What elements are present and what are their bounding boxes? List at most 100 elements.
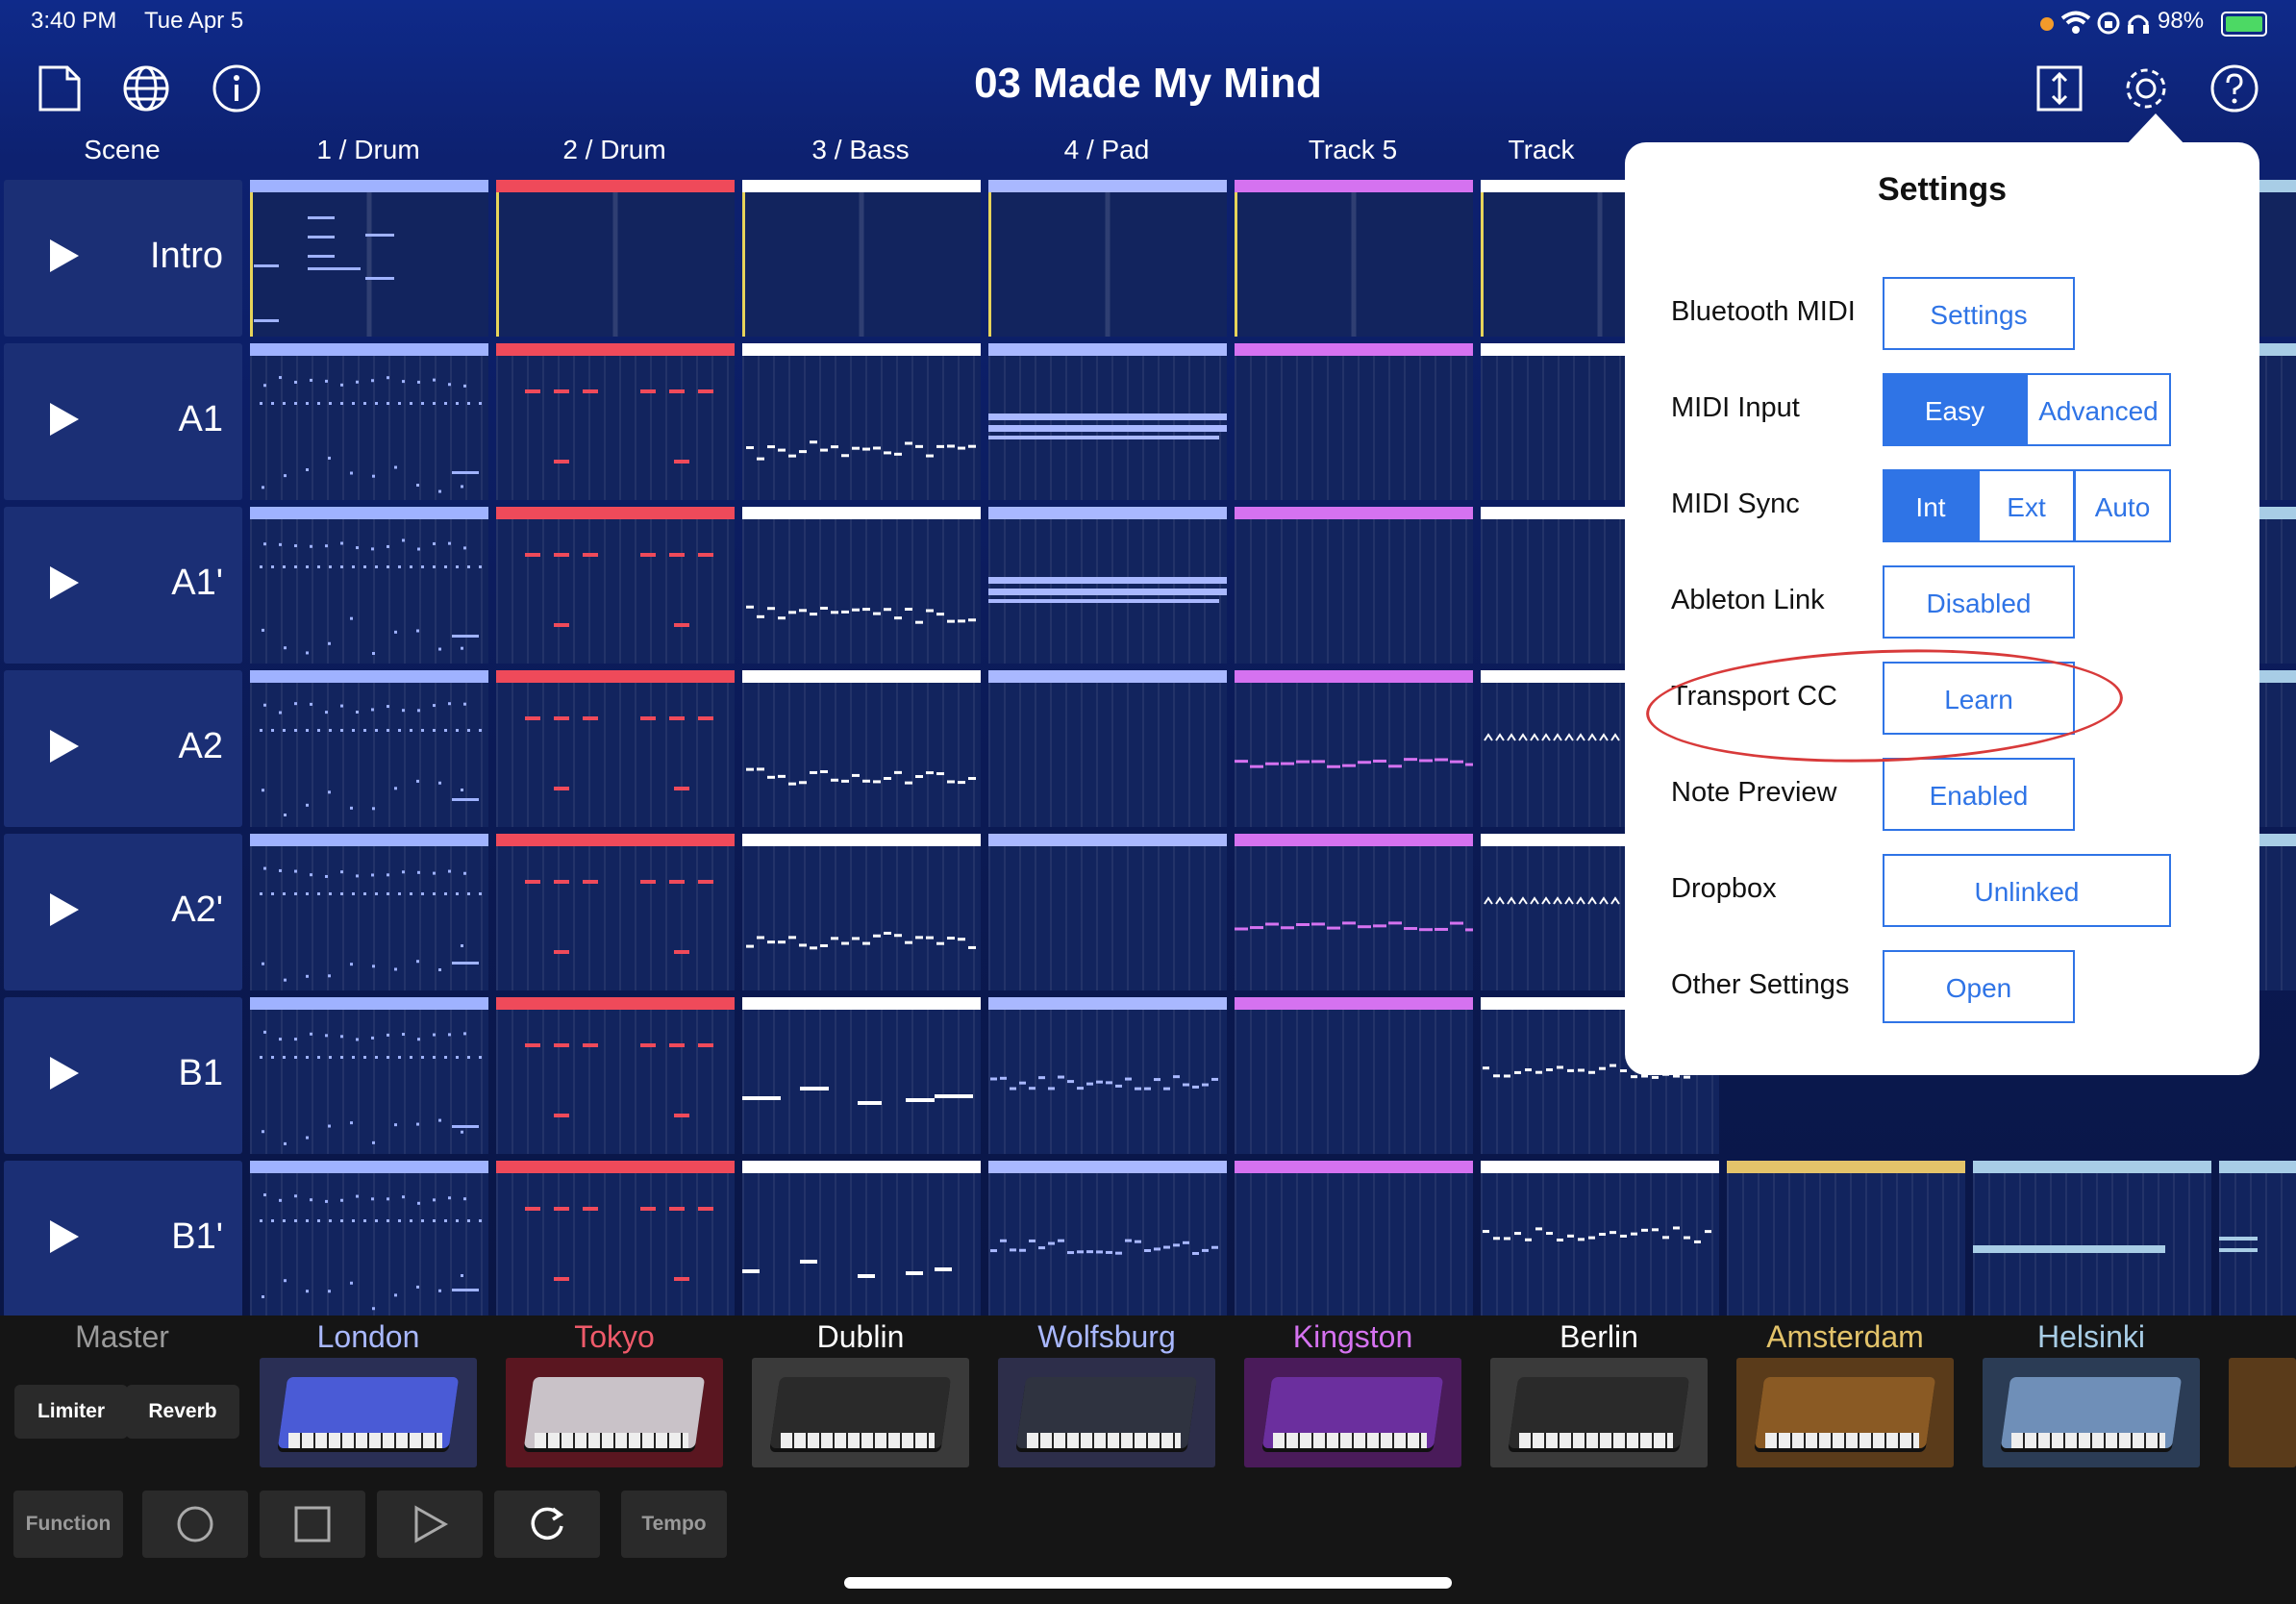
clip-cell[interactable] [496,180,735,337]
gear-icon[interactable] [2121,63,2171,113]
clip-notes [1483,1226,1711,1243]
column-header-track[interactable]: 2 / Drum [494,135,735,169]
instrument-thumbnail[interactable] [998,1358,1215,1467]
scene-button[interactable]: A2' [4,834,242,990]
instrument-thumbnail[interactable] [2229,1358,2296,1467]
clip-cell[interactable] [250,507,488,664]
clip-cell[interactable] [496,1161,735,1317]
stop-button[interactable] [260,1491,365,1558]
clip-cell[interactable] [250,670,488,827]
clip-cell[interactable] [250,180,488,337]
loop-button[interactable] [494,1491,600,1558]
help-icon[interactable] [2209,63,2259,113]
clip-cell[interactable] [250,1161,488,1317]
clip-cell[interactable] [2219,1161,2296,1317]
instrument-thumbnail[interactable] [1244,1358,1461,1467]
record-button[interactable] [142,1491,248,1558]
setting-button[interactable]: Ext [1979,469,2075,542]
song-title[interactable]: 03 Made My Mind [0,60,2296,108]
clip-cell[interactable] [250,343,488,500]
clip-cell[interactable] [988,1161,1227,1317]
clip-cell[interactable] [742,343,981,500]
setting-button[interactable]: Auto [2075,469,2171,542]
setting-button[interactable]: Easy [1883,373,2027,446]
setting-button[interactable]: Advanced [2027,373,2171,446]
column-header-track[interactable]: 1 / Drum [248,135,488,169]
instrument-name[interactable]: Berlin [1479,1319,1719,1355]
clip-cell[interactable] [1235,180,1473,337]
clip-notes [1235,519,1473,664]
clip-cell[interactable] [988,180,1227,337]
clip-cell[interactable] [1235,343,1473,500]
setting-button[interactable]: Enabled [1883,758,2075,831]
clip-cell[interactable] [496,997,735,1154]
column-header-track[interactable]: 4 / Pad [986,135,1227,169]
column-header-track[interactable]: 3 / Bass [740,135,981,169]
clip-cell[interactable] [496,834,735,990]
instrument-thumbnail[interactable] [1983,1358,2200,1467]
clip-cell[interactable] [988,834,1227,990]
instrument-thumbnail[interactable] [260,1358,477,1467]
instrument-name[interactable]: Dublin [740,1319,981,1355]
clip-cell[interactable] [496,670,735,827]
clip-cell[interactable] [1727,1161,1965,1317]
clip-notes [260,539,482,656]
instrument-name[interactable]: Wolfsburg [986,1319,1227,1355]
setting-button[interactable]: Disabled [1883,565,2075,639]
scene-button[interactable]: B1' [4,1161,242,1317]
scene-label: B1 [178,1053,223,1093]
recording-dot-icon [2040,17,2054,31]
setting-button[interactable]: Unlinked [1883,854,2171,927]
play-button[interactable] [377,1491,483,1558]
clip-cell[interactable] [250,997,488,1154]
setting-button[interactable]: Int [1883,469,1979,542]
clip-cell[interactable] [496,507,735,664]
instrument-name[interactable]: Amsterdam [1725,1319,1965,1355]
clip-cell[interactable] [742,997,981,1154]
clip-cell[interactable] [742,1161,981,1317]
setting-button[interactable]: Settings [1883,277,2075,350]
clip-notes [988,414,1227,439]
reverb-button[interactable]: Reverb [126,1385,239,1439]
instrument-thumbnail[interactable] [506,1358,723,1467]
clip-cell[interactable] [988,670,1227,827]
instrument-thumbnail[interactable] [1736,1358,1954,1467]
clip-cell[interactable] [1973,1161,2211,1317]
clip-cell[interactable] [988,343,1227,500]
instrument-name[interactable]: Tokyo [494,1319,735,1355]
clip-cell[interactable] [496,343,735,500]
scene-button[interactable]: A1' [4,507,242,664]
instrument-thumbnail[interactable] [752,1358,969,1467]
clip-cell[interactable] [742,507,981,664]
clip-color-bar [1235,343,1473,356]
function-button[interactable]: Function [13,1491,123,1558]
clip-cell[interactable] [1481,1161,1719,1317]
scene-button[interactable]: A1 [4,343,242,500]
limiter-button[interactable]: Limiter [14,1385,128,1439]
resize-icon[interactable] [2034,63,2084,113]
column-header-track[interactable]: Track [1469,135,1613,169]
clip-cell[interactable] [1235,1161,1473,1317]
scene-button[interactable]: B1 [4,997,242,1154]
clip-cell[interactable] [742,670,981,827]
instrument-thumbnail[interactable] [1490,1358,1708,1467]
clip-cell[interactable] [1235,834,1473,990]
instrument-name[interactable]: London [248,1319,488,1355]
column-header-track[interactable]: Track 5 [1233,135,1473,169]
clip-cell[interactable] [988,997,1227,1154]
popover-arrow [2125,113,2186,146]
clip-cell[interactable] [742,180,981,337]
clip-notes [746,605,976,624]
scene-button[interactable]: A2 [4,670,242,827]
clip-cell[interactable] [1235,670,1473,827]
clip-cell[interactable] [1235,997,1473,1154]
setting-button[interactable]: Open [1883,950,2075,1023]
scene-button[interactable]: Intro [4,180,242,337]
instrument-name[interactable]: Helsinki [1971,1319,2211,1355]
clip-cell[interactable] [250,834,488,990]
clip-cell[interactable] [988,507,1227,664]
tempo-button[interactable]: Tempo [621,1491,727,1558]
instrument-name[interactable]: Kingston [1233,1319,1473,1355]
clip-cell[interactable] [742,834,981,990]
clip-cell[interactable] [1235,507,1473,664]
